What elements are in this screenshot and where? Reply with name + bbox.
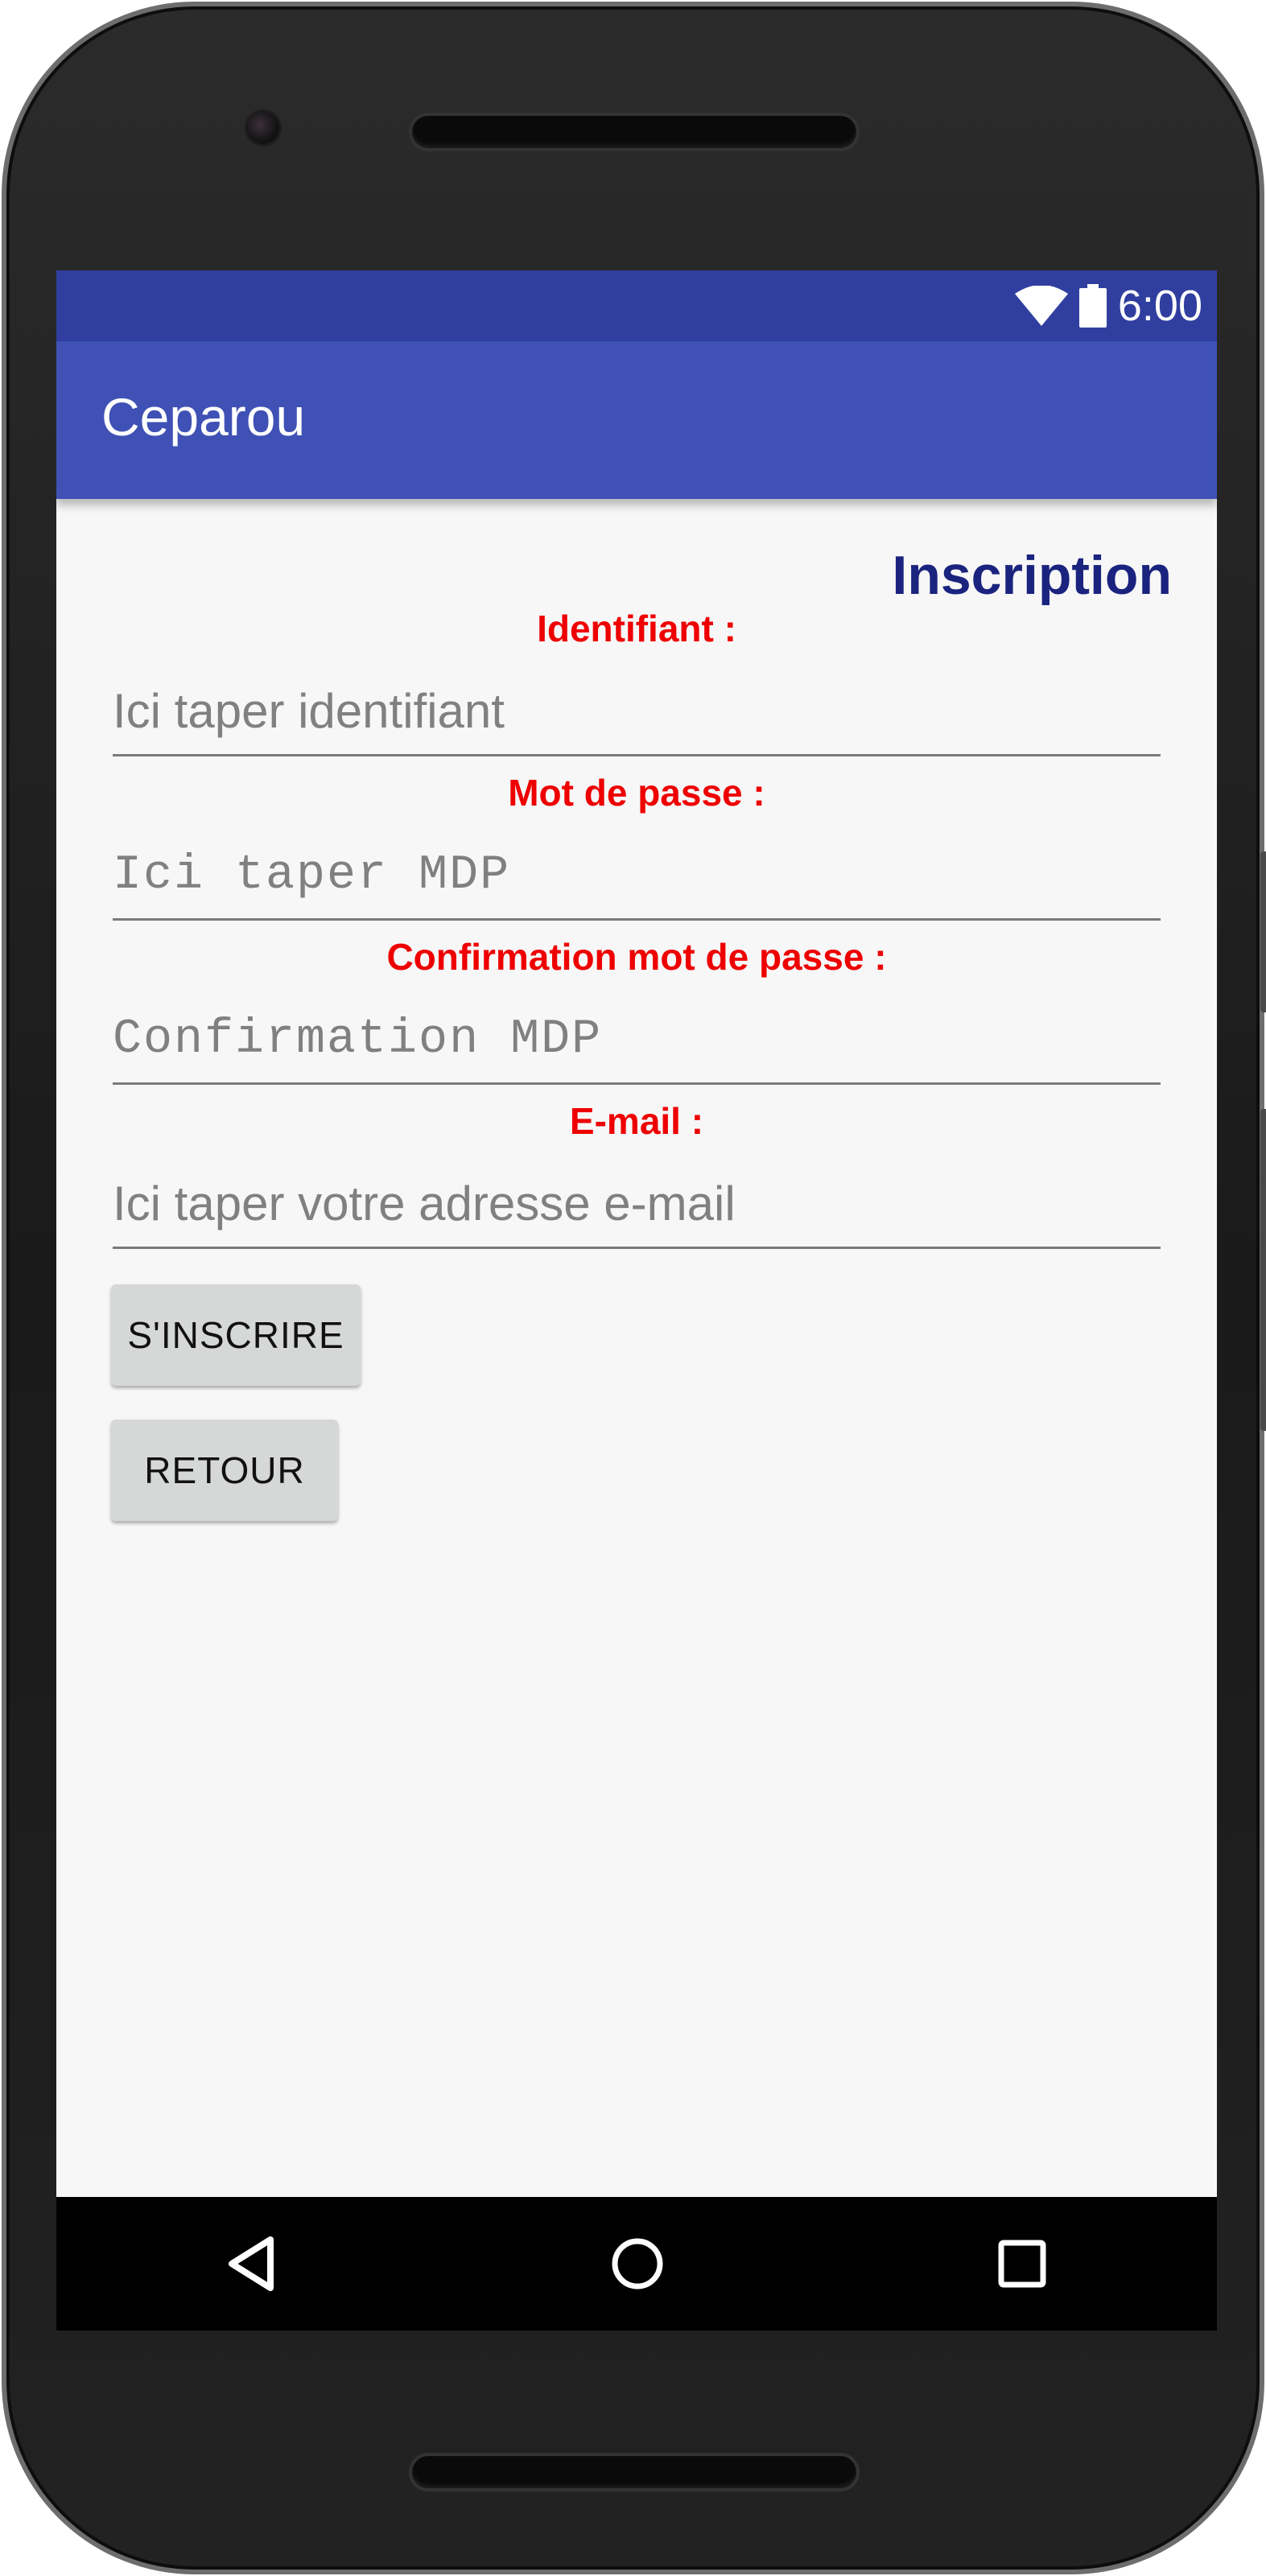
password-field-container <box>113 832 1161 921</box>
confirmation-label: Confirmation mot de passe : <box>386 936 887 978</box>
email-input[interactable] <box>113 1160 1161 1247</box>
wifi-icon <box>1014 286 1068 326</box>
screen: 6:00 Ceparou Inscription Identifiant : M… <box>56 270 1217 2331</box>
back-triangle-icon[interactable] <box>222 2232 287 2296</box>
battery-icon <box>1078 284 1107 328</box>
phone-frame: 6:00 Ceparou Inscription Identifiant : M… <box>2 2 1266 2574</box>
app-bar: Ceparou <box>56 341 1217 499</box>
top-speaker <box>409 113 860 151</box>
confirm-password-field-container <box>113 996 1161 1085</box>
identifiant-field-container <box>113 668 1161 756</box>
back-button[interactable]: RETOUR <box>111 1420 338 1521</box>
front-camera <box>245 109 282 146</box>
mot-de-passe-label: Mot de passe : <box>508 772 765 814</box>
register-button[interactable]: S'INSCRIRE <box>111 1284 361 1386</box>
status-time: 6:00 <box>1117 282 1202 330</box>
recents-square-icon[interactable] <box>990 2232 1054 2296</box>
home-circle-icon[interactable] <box>605 2232 670 2296</box>
volume-button <box>1260 1109 1266 1431</box>
bottom-speaker <box>409 2453 860 2492</box>
identifiant-label: Identifiant : <box>537 608 736 649</box>
status-icons: 6:00 <box>1014 282 1202 330</box>
identifiant-input[interactable] <box>113 668 1161 754</box>
email-label: E-mail : <box>569 1100 704 1142</box>
power-button <box>1260 851 1266 1012</box>
status-bar: 6:00 <box>56 270 1217 341</box>
app-title: Ceparou <box>101 387 306 447</box>
email-field-container <box>113 1160 1161 1249</box>
confirm-password-input[interactable] <box>113 996 1161 1082</box>
page-heading: Inscription <box>892 545 1172 606</box>
navigation-bar <box>56 2197 1217 2331</box>
password-input[interactable] <box>113 832 1161 918</box>
